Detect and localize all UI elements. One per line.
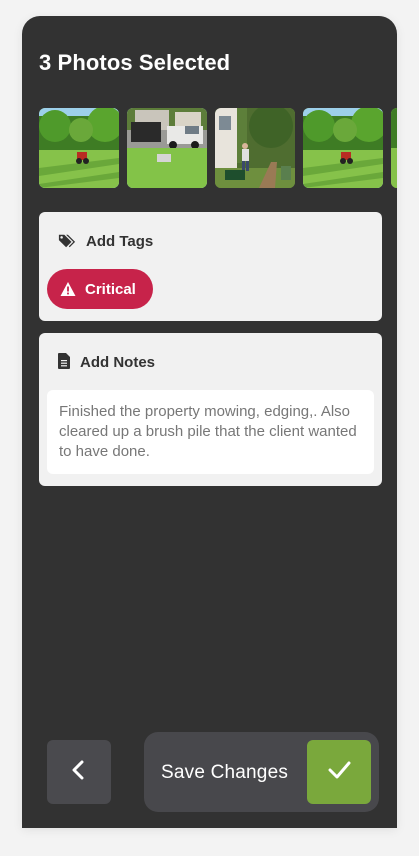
warning-icon bbox=[60, 281, 76, 297]
note-icon bbox=[58, 353, 72, 371]
tags-header[interactable]: Add Tags bbox=[58, 232, 153, 250]
check-icon bbox=[327, 758, 351, 787]
photo-strip[interactable] bbox=[39, 108, 397, 188]
photo-thumbnail[interactable] bbox=[39, 108, 119, 188]
tags-card: Add Tags Critical bbox=[39, 212, 382, 321]
save-changes-label[interactable]: Save Changes bbox=[161, 762, 288, 784]
save-changes-group[interactable]: Save Changes bbox=[144, 732, 379, 812]
chevron-left-icon bbox=[69, 760, 89, 785]
truck-trailer-photo bbox=[127, 108, 207, 188]
tags-label: Add Tags bbox=[86, 232, 154, 250]
tag-chip-critical[interactable]: Critical bbox=[47, 269, 153, 309]
notes-header[interactable]: Add Notes bbox=[58, 353, 155, 371]
photo-edit-panel: 3 Photos Selected Add Tags Critical Add … bbox=[22, 16, 397, 828]
photo-thumbnail[interactable] bbox=[215, 108, 295, 188]
photo-thumbnail[interactable] bbox=[303, 108, 383, 188]
confirm-save-button[interactable] bbox=[307, 740, 371, 804]
tag-chip-label: Critical bbox=[85, 280, 136, 298]
worker-mower-photo bbox=[215, 108, 295, 188]
notes-label: Add Notes bbox=[80, 353, 155, 371]
notes-card: Add Notes Finished the property mowing, … bbox=[39, 333, 382, 486]
page-title: 3 Photos Selected bbox=[39, 50, 231, 75]
lawn-tractor-photo bbox=[303, 108, 383, 188]
back-button[interactable] bbox=[47, 740, 111, 804]
lawn-tractor-photo bbox=[39, 108, 119, 188]
photo-thumbnail[interactable] bbox=[127, 108, 207, 188]
tag-icon bbox=[58, 232, 76, 250]
notes-textarea[interactable]: Finished the property mowing, edging,. A… bbox=[47, 390, 374, 474]
photo-thumbnail[interactable] bbox=[391, 108, 397, 188]
lawn-photo-partial bbox=[391, 108, 397, 188]
action-bar: Save Changes bbox=[22, 732, 397, 812]
